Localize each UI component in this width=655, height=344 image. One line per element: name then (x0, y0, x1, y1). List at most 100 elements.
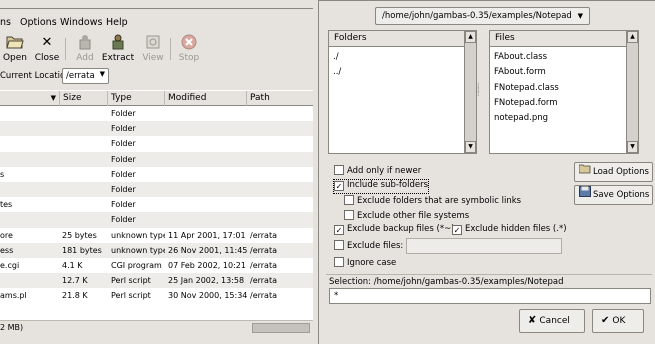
exclude-backup-checkbox[interactable]: ✓ Exclude backup files (*~) (334, 224, 455, 237)
cell-type: Folder (111, 169, 136, 179)
cell-type: Folder (111, 200, 136, 210)
ok-button[interactable]: ✔ OK (592, 309, 644, 333)
file-item[interactable]: FNotepad.form (494, 96, 559, 111)
checkbox-box (344, 210, 354, 220)
save-options-button[interactable]: Save Options (574, 185, 653, 205)
add-archive-icon (72, 34, 98, 52)
files-header-label: Files (495, 33, 515, 43)
folder-item[interactable]: ../ (333, 65, 341, 80)
sort-arrow-icon: ▼ (50, 94, 56, 102)
load-options-button[interactable]: Load Options (574, 162, 653, 182)
file-item[interactable]: FNotepad.class (494, 81, 559, 96)
cell-type: Folder (111, 139, 136, 149)
scroll-up-icon[interactable]: ▲ (627, 31, 638, 43)
cell-size: 4.1 K (62, 261, 83, 270)
file-item[interactable]: FAbout.class (494, 50, 559, 65)
cell-path: /errata (250, 230, 277, 240)
add-only-newer-checkbox[interactable]: Add only if newer (334, 165, 421, 178)
open-folder-icon (0, 34, 30, 52)
files-list: FAbout.class FAbout.form FNotepad.class … (494, 50, 559, 126)
location-value: /errata (66, 71, 95, 81)
column-size-header[interactable]: Size (60, 91, 108, 106)
folders-header[interactable]: Folders (329, 31, 464, 47)
cell-modified: 30 Nov 2000, 15:34 (168, 291, 247, 301)
table-row[interactable]: Folder (0, 106, 313, 121)
cell-modified: 07 Feb 2002, 10:21 (168, 261, 246, 270)
ignore-case-checkbox[interactable]: Ignore case (334, 257, 396, 270)
file-item[interactable]: FAbout.form (494, 65, 559, 80)
file-list-header: ▼ Size Type Modified Path (0, 90, 313, 106)
cell-type: unknown type (111, 245, 165, 255)
stop-button[interactable]: Stop (175, 34, 203, 63)
include-subfolders-checkbox[interactable]: ✓ Include sub-folders (332, 179, 430, 194)
table-row[interactable]: Folder (0, 182, 313, 198)
menu-help[interactable]: Help (106, 17, 128, 28)
extract-button[interactable]: Extract (100, 34, 136, 63)
cancel-x-icon: ✘ (528, 315, 537, 326)
cancel-button[interactable]: ✘ Cancel (519, 309, 585, 333)
close-label: Close (34, 53, 60, 63)
scroll-up-icon[interactable]: ▲ (465, 31, 476, 43)
toolbar-separator (65, 38, 66, 60)
table-row[interactable]: ore 25 bytes unknown type 11 Apr 2001, 17:0… (0, 228, 313, 243)
exclude-files-checkbox[interactable]: Exclude files: (334, 240, 403, 253)
exclude-files-label: Exclude files: (347, 241, 404, 251)
table-row[interactable]: ess 181 bytes unknown type 26 Nov 2001, 11:… (0, 242, 313, 258)
view-button[interactable]: View (140, 34, 166, 63)
table-row[interactable]: 12.7 K Perl script 25 Jan 2002, 13:58/erra… (0, 273, 313, 289)
file-item[interactable]: notepad.png (494, 111, 559, 126)
menu-windows[interactable]: Windows (60, 17, 102, 28)
exclude-other-fs-checkbox[interactable]: Exclude other file systems (344, 210, 469, 223)
table-row[interactable]: Folder (0, 121, 313, 137)
close-button[interactable]: ✕ Close (33, 34, 61, 63)
files-pane: Files FAbout.class FAbout.form FNotepad.… (489, 30, 639, 154)
ignore-case-label: Ignore case (347, 258, 397, 268)
table-row[interactable]: ams.pl 21.8 K Perl script 30 Nov 2000, 15:3… (0, 288, 313, 303)
menu-options[interactable]: Options (20, 17, 57, 28)
table-row[interactable]: s Folder (0, 167, 313, 182)
table-row[interactable]: Folder (0, 212, 313, 228)
checkbox-box (334, 240, 344, 250)
cell-type: Folder (111, 215, 136, 225)
files-scrollbar[interactable]: ▲ ▼ (626, 31, 638, 153)
menu-actions[interactable]: ns (0, 17, 11, 28)
add-button[interactable]: Add (72, 34, 98, 63)
folders-header-label: Folders (334, 33, 367, 43)
column-name-header[interactable]: ▼ (0, 91, 60, 106)
scroll-down-icon[interactable]: ▼ (627, 141, 638, 153)
view-file-icon (140, 34, 166, 52)
cell-size: 25 bytes (62, 230, 97, 240)
cell-path: /errata (250, 291, 277, 301)
cell-type: Folder (111, 124, 136, 134)
selection-label: Selection: /home/john/gambas-0.35/exampl… (329, 277, 564, 287)
table-row[interactable]: Folder (0, 151, 313, 167)
checkbox-box: ✓ (452, 225, 462, 235)
cell-path: /errata (250, 276, 277, 286)
checkbox-box: ✓ (334, 181, 344, 191)
column-path-header[interactable]: Path (247, 91, 313, 106)
cell-size: 21.8 K (62, 291, 88, 301)
path-dropdown[interactable]: /home/john/gambas-0.35/examples/Notepad … (375, 7, 590, 25)
open-label: Open (2, 53, 28, 63)
files-header[interactable]: Files (490, 31, 626, 47)
cell-size: 181 bytes (62, 245, 102, 255)
scroll-down-icon[interactable]: ▼ (465, 141, 476, 153)
folders-scrollbar[interactable]: ▲ ▼ (464, 31, 476, 153)
column-type-header[interactable]: Type (108, 91, 165, 106)
selection-input[interactable]: * (329, 288, 651, 304)
folder-item[interactable]: ./ (333, 50, 341, 65)
pane-divider-grip[interactable]: ⁞ ⁞ ⁞ (477, 82, 485, 104)
add-files-dialog: /home/john/gambas-0.35/examples/Notepad … (318, 0, 655, 344)
cell-modified: 11 Apr 2001, 17:01 (168, 230, 246, 240)
cell-type: Folder (111, 154, 136, 164)
table-row[interactable]: tes Folder (0, 197, 313, 212)
exclude-hidden-label: Exclude hidden files (.*) (465, 224, 567, 234)
location-dropdown[interactable]: /errata ▼ (62, 68, 109, 84)
open-button[interactable]: Open (0, 34, 30, 63)
table-row[interactable]: Folder (0, 136, 313, 151)
exclude-symlinks-checkbox[interactable]: Exclude folders that are symbolic links (344, 195, 521, 208)
column-modified-header[interactable]: Modified (165, 91, 247, 106)
exclude-files-input[interactable] (406, 238, 562, 254)
table-row[interactable]: e.cgi 4.1 K CGI program 07 Feb 2002, 10:21 /… (0, 258, 313, 273)
exclude-hidden-checkbox[interactable]: ✓ Exclude hidden files (.*) (452, 224, 567, 237)
